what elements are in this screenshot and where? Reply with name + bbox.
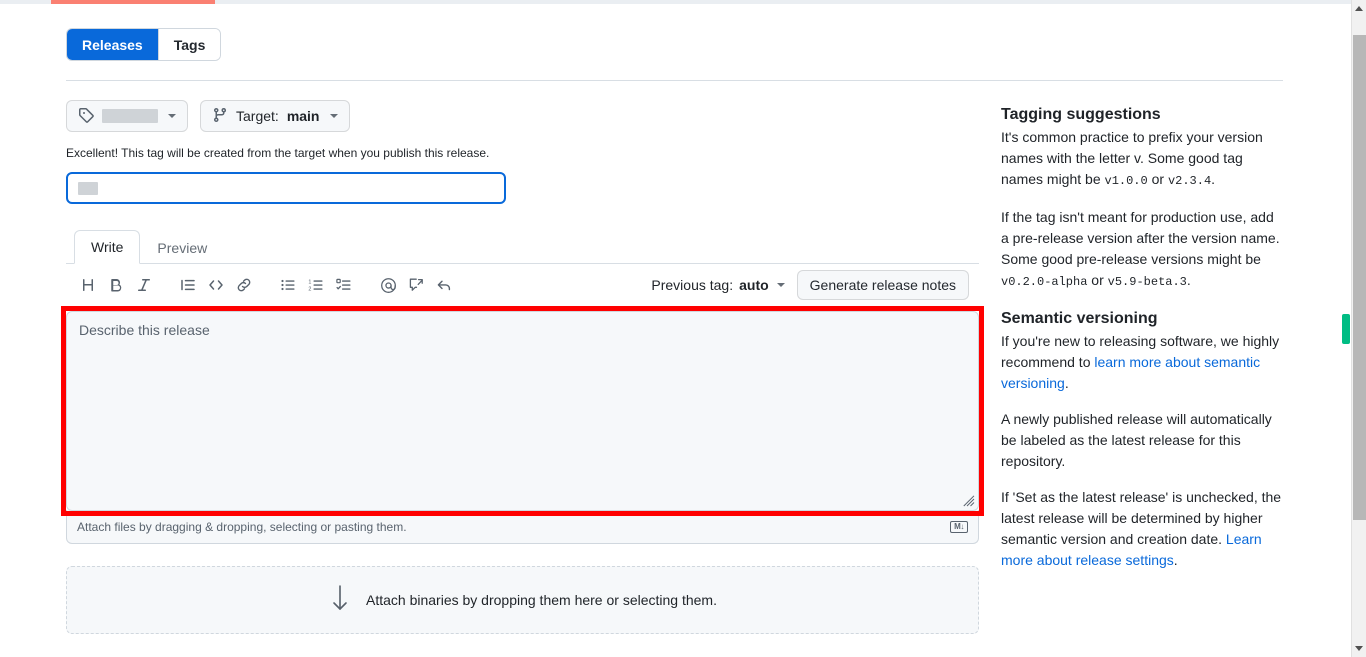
- release-body-placeholder: Describe this release: [79, 322, 210, 338]
- tag-help-text: Excellent! This tag will be created from…: [66, 146, 490, 160]
- release-body-textarea[interactable]: Describe this release: [66, 311, 979, 511]
- tab-releases[interactable]: Releases: [67, 29, 159, 60]
- releases-tags-tabbar: Releases Tags: [66, 28, 222, 61]
- quote-icon[interactable]: [174, 271, 202, 299]
- tagging-p1-code-1: v1.0.0: [1104, 174, 1148, 188]
- svg-text:1: 1: [308, 279, 311, 285]
- attach-files-text: Attach files by dragging & dropping, sel…: [77, 519, 407, 534]
- unordered-list-icon[interactable]: [274, 271, 302, 299]
- toolbar-group-extras: [374, 271, 458, 299]
- tab-preview[interactable]: Preview: [140, 231, 224, 264]
- scroll-down-arrow-icon[interactable]: [1355, 646, 1363, 651]
- scroll-position-marker: [1342, 314, 1350, 344]
- tagging-p2-code-1: v0.2.0-alpha: [1001, 275, 1088, 289]
- previous-tag-value: auto: [739, 277, 769, 293]
- generate-release-notes-button[interactable]: Generate release notes: [796, 270, 969, 300]
- tagging-p1-code-2: v2.3.4: [1167, 174, 1212, 188]
- tag-icon: [78, 107, 94, 126]
- mention-icon[interactable]: [374, 271, 402, 299]
- toolbar-group-text: [74, 271, 158, 299]
- previous-tag-selector[interactable]: Previous tag: auto: [651, 277, 785, 293]
- italic-icon[interactable]: [130, 271, 158, 299]
- resize-handle-icon[interactable]: [963, 495, 975, 507]
- chevron-down-icon: [329, 114, 338, 118]
- selector-row: Target: main: [66, 100, 979, 132]
- tab-write[interactable]: Write: [74, 230, 141, 264]
- release-title-input[interactable]: [66, 172, 506, 204]
- tagging-suggestions-heading: Tagging suggestions: [1001, 106, 1161, 123]
- git-branch-icon: [212, 107, 228, 126]
- tagging-p2-code-2: v5.9-beta.3: [1107, 275, 1187, 289]
- chevron-down-icon: [776, 283, 785, 287]
- toolbar-group-lists: 1 2: [274, 271, 358, 299]
- tagging-paragraph-2: If the tag isn't meant for production us…: [1001, 207, 1284, 293]
- reply-icon[interactable]: [430, 271, 458, 299]
- new-release-form: Target: main Excellent! This tag will be…: [61, 100, 984, 657]
- bold-icon[interactable]: [102, 271, 130, 299]
- tag-name-redacted-value: [102, 109, 158, 123]
- previous-tag-label: Previous tag:: [651, 277, 734, 293]
- semantic-p1-text-end: .: [1064, 375, 1069, 391]
- tagging-p2-text-mid: or: [1087, 272, 1108, 288]
- tagging-p2-text-a: If the tag isn't meant for production us…: [1001, 209, 1280, 267]
- tagging-p1-text-end: .: [1211, 171, 1216, 187]
- scroll-up-arrow-icon[interactable]: [1355, 6, 1363, 11]
- scrollbar-thumb[interactable]: [1353, 35, 1366, 520]
- tagging-paragraph-1: It's common practice to prefix your vers…: [1001, 127, 1284, 192]
- release-help-sidebar: Tagging suggestions It's common practice…: [1001, 104, 1284, 586]
- tag-name-selector[interactable]: [66, 100, 188, 132]
- cross-reference-icon[interactable]: [402, 271, 430, 299]
- page-viewport: Releases Tags Target: main Excellent! Th…: [0, 4, 1351, 657]
- annotation-highlight-box: Describe this release: [61, 306, 984, 516]
- vertical-scrollbar[interactable]: [1351, 0, 1366, 657]
- header-divider: [66, 80, 1283, 81]
- chevron-down-icon: [168, 114, 176, 118]
- markdown-toolbar: 1 2 Previous tag: auto Generate release …: [66, 264, 979, 306]
- svg-text:2: 2: [308, 287, 311, 293]
- binaries-dropzone[interactable]: Attach binaries by dropping them here or…: [66, 566, 979, 634]
- tagging-p2-text-end: .: [1186, 272, 1191, 288]
- tagging-p1-text-mid: or: [1147, 171, 1168, 187]
- ordered-list-icon[interactable]: 1 2: [302, 271, 330, 299]
- semantic-versioning-heading: Semantic versioning: [1001, 310, 1158, 327]
- binaries-dropzone-text: Attach binaries by dropping them here or…: [366, 592, 717, 608]
- target-branch-value: main: [286, 108, 320, 124]
- markdown-icon[interactable]: M↓: [950, 520, 968, 533]
- task-list-icon[interactable]: [330, 271, 358, 299]
- heading-icon[interactable]: [74, 271, 102, 299]
- download-arrow-icon: [328, 583, 352, 618]
- semantic-p3-text-end: .: [1173, 552, 1178, 568]
- code-icon[interactable]: [202, 271, 230, 299]
- target-prefix-label: Target:: [236, 108, 279, 124]
- write-preview-tabs: Write Preview: [66, 228, 979, 264]
- semantic-paragraph-2: A newly published release will automatic…: [1001, 411, 1272, 469]
- target-branch-selector[interactable]: Target: main: [200, 100, 350, 132]
- link-icon[interactable]: [230, 271, 258, 299]
- markdown-editor: Write Preview 1 2 Previous tag: auto Gen…: [61, 228, 984, 544]
- release-title-redacted-value: [78, 181, 98, 195]
- semantic-paragraph-3: If 'Set as the latest release' is unchec…: [1001, 487, 1284, 571]
- semantic-paragraph-1: If you're new to releasing software, we …: [1001, 331, 1284, 394]
- tab-tags[interactable]: Tags: [158, 29, 221, 60]
- toolbar-group-block: [174, 271, 258, 299]
